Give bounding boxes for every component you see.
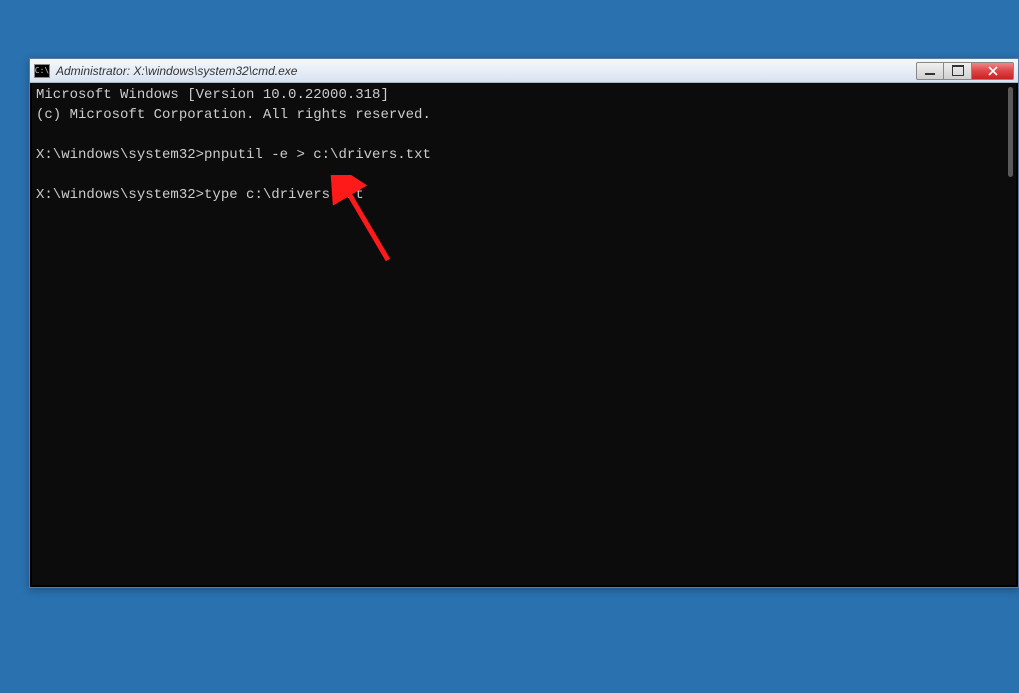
window-title: Administrator: X:\windows\system32\cmd.e…: [56, 64, 916, 78]
minimize-button[interactable]: [916, 62, 944, 80]
scrollbar[interactable]: [1002, 83, 1016, 585]
output-line: Microsoft Windows [Version 10.0.22000.31…: [36, 87, 389, 103]
output-line: (c) Microsoft Corporation. All rights re…: [36, 107, 431, 123]
maximize-button[interactable]: [944, 62, 972, 80]
scrollbar-thumb[interactable]: [1008, 87, 1013, 177]
titlebar[interactable]: C:\ Administrator: X:\windows\system32\c…: [30, 59, 1018, 83]
window-controls: [916, 62, 1014, 80]
cmd-icon: C:\: [34, 64, 50, 78]
terminal-body[interactable]: Microsoft Windows [Version 10.0.22000.31…: [32, 83, 1016, 585]
prompt-path: X:\windows\system32>: [36, 187, 204, 203]
terminal-content: Microsoft Windows [Version 10.0.22000.31…: [32, 83, 1016, 207]
cmd-icon-text: C:\: [35, 66, 49, 75]
command-text: pnputil -e > c:\drivers.txt: [204, 147, 431, 163]
command-text: type c:\drivers.txt: [204, 187, 364, 203]
cmd-window: C:\ Administrator: X:\windows\system32\c…: [29, 58, 1019, 588]
close-button[interactable]: [972, 62, 1014, 80]
prompt-path: X:\windows\system32>: [36, 147, 204, 163]
